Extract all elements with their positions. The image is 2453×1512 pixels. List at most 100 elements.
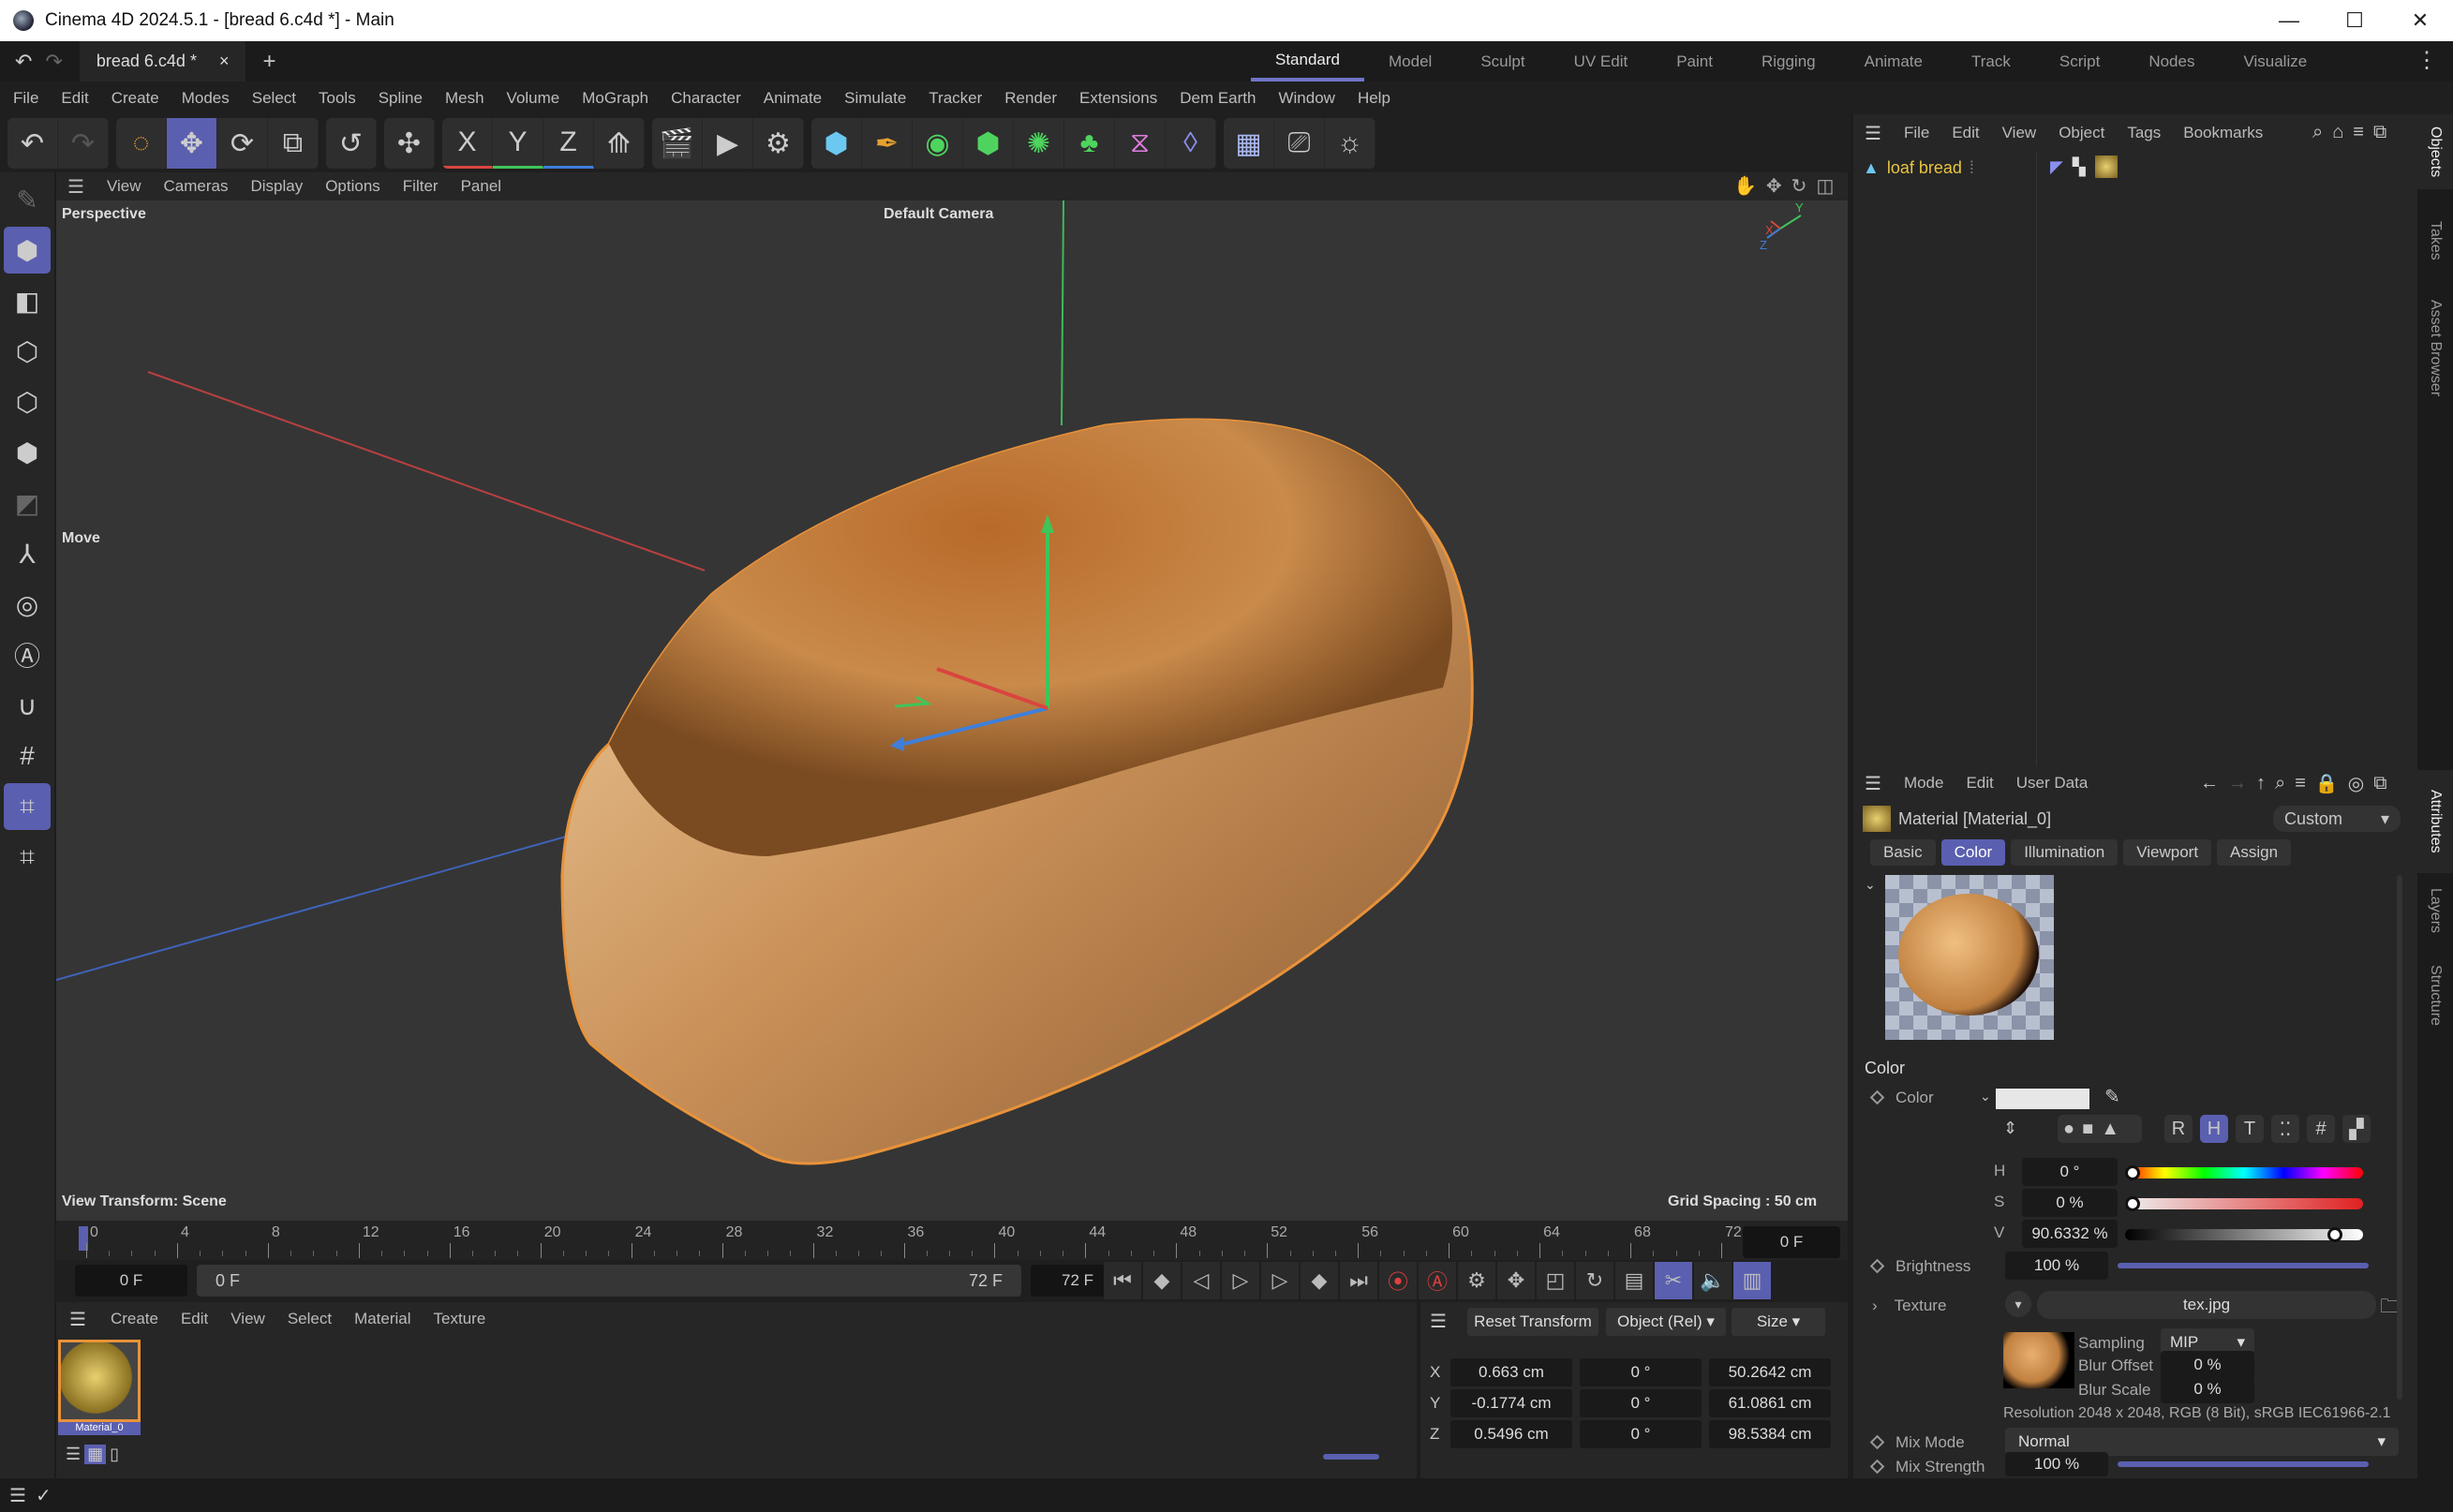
subdivision-icon[interactable]: ◉ xyxy=(913,118,963,169)
menu-create[interactable]: Create xyxy=(112,89,159,108)
polygon-mode-icon[interactable]: ⬢ xyxy=(4,429,51,476)
light-icon[interactable]: ☼ xyxy=(1325,118,1375,169)
search-icon[interactable]: ⌕ xyxy=(2275,773,2285,794)
color-expand-icon[interactable]: ⌄ xyxy=(1980,1089,1991,1104)
h-slider[interactable] xyxy=(2125,1167,2363,1178)
attr-tab-illumination[interactable]: Illumination xyxy=(2011,839,2118,866)
spline-pen-icon[interactable]: ✒ xyxy=(862,118,913,169)
new-tab-button[interactable]: + xyxy=(262,49,275,75)
color-mode-button-1[interactable]: H xyxy=(2200,1115,2228,1143)
record-icon[interactable]: ⦿ xyxy=(1379,1262,1417,1299)
reset-transform-button[interactable]: Reset Transform xyxy=(1467,1308,1598,1336)
go-to-start-icon[interactable]: ⏮ xyxy=(1104,1262,1141,1299)
spectrum-icon[interactable]: ■ xyxy=(2082,1119,2093,1140)
viewport-canvas[interactable]: Perspective Default Camera Move View Tra… xyxy=(56,200,1848,1221)
viewport-hamburger-icon[interactable]: ☰ xyxy=(67,175,84,199)
menu-character[interactable]: Character xyxy=(671,89,741,108)
obj-menu-file[interactable]: File xyxy=(1904,124,1929,142)
close-tab-icon[interactable]: × xyxy=(219,52,230,71)
camera-icon[interactable]: ⎚ xyxy=(1274,118,1325,169)
position-x-field[interactable]: 0.663 cm xyxy=(1450,1358,1572,1386)
attributes-scrollbar[interactable] xyxy=(2397,875,2402,1400)
object-name[interactable]: loaf bread xyxy=(1887,158,1962,178)
up-arrow-icon[interactable]: ↑ xyxy=(2256,773,2266,794)
mat-menu-view[interactable]: View xyxy=(230,1310,265,1328)
field-icon[interactable]: ⧖ xyxy=(1115,118,1166,169)
attr-menu-edit[interactable]: Edit xyxy=(1966,774,1993,793)
size-z-field[interactable]: 98.5384 cm xyxy=(1709,1420,1831,1448)
menu-modes[interactable]: Modes xyxy=(182,89,230,108)
snap-grid-icon[interactable]: ⌗ xyxy=(4,783,51,830)
start-frame-field[interactable]: 0 F xyxy=(75,1265,187,1297)
search-icon[interactable]: ⌕ xyxy=(2312,122,2323,143)
autokey-icon[interactable]: Ⓐ xyxy=(1419,1262,1456,1299)
coordinate-system-icon[interactable]: ⟰ xyxy=(594,118,645,169)
folder-icon[interactable]: 🗀 xyxy=(2380,1293,2399,1325)
model-mode-icon[interactable]: ⬢ xyxy=(4,227,51,274)
layout-tab-paint[interactable]: Paint xyxy=(1652,41,1737,82)
rotation-z-field[interactable]: 0 ° xyxy=(1580,1420,1702,1448)
attributes-hamburger-icon[interactable]: ☰ xyxy=(1865,772,1881,795)
next-key-icon[interactable]: ◆ xyxy=(1301,1262,1338,1299)
next-frame-icon[interactable]: ▷ xyxy=(1261,1262,1299,1299)
uvw-tag-icon[interactable]: ▚ xyxy=(2073,157,2086,177)
menu-help[interactable]: Help xyxy=(1358,89,1390,108)
lock-icon[interactable]: 🔒 xyxy=(2315,772,2339,795)
mix-strength-slider[interactable] xyxy=(2118,1461,2369,1467)
x-axis-lock-button[interactable]: X xyxy=(442,118,493,169)
paint-mode-icon[interactable]: ✎ xyxy=(4,176,51,223)
v-slider-knob[interactable] xyxy=(2327,1227,2342,1242)
v-field[interactable]: 90.6332 % xyxy=(2022,1220,2118,1248)
sound-icon[interactable]: 🔈 xyxy=(1694,1262,1732,1299)
tweak-icon[interactable]: Ⓐ xyxy=(4,631,51,678)
texture-file-field[interactable]: tex.jpg xyxy=(2037,1291,2376,1319)
forward-arrow-icon[interactable]: → xyxy=(2228,773,2247,794)
back-arrow-icon[interactable]: ← xyxy=(2200,773,2219,794)
color-mode-button-2[interactable]: T xyxy=(2236,1115,2264,1143)
attr-tab-basic[interactable]: Basic xyxy=(1870,839,1936,866)
grid-view-icon[interactable]: ▦ xyxy=(84,1445,107,1464)
layout-tab-nodes[interactable]: Nodes xyxy=(2124,41,2219,82)
color-swatch[interactable] xyxy=(1996,1089,2089,1109)
layout-tab-standard[interactable]: Standard xyxy=(1251,41,1364,82)
rotation-y-field[interactable]: 0 ° xyxy=(1580,1389,1702,1417)
key-scale-icon[interactable]: ◰ xyxy=(1537,1262,1574,1299)
attr-menu-mode[interactable]: Mode xyxy=(1904,774,1944,793)
size-y-field[interactable]: 61.0861 cm xyxy=(1709,1389,1831,1417)
toggle-view-icon[interactable]: ◫ xyxy=(1816,174,1834,198)
compact-toggle-icon[interactable]: ⇕ xyxy=(2003,1119,2017,1138)
tag-icon[interactable]: ◊ xyxy=(1166,118,1216,169)
keyframe-diamond-icon[interactable] xyxy=(1869,1258,1885,1274)
cloner-icon[interactable]: ✺ xyxy=(1014,118,1064,169)
layout-tab-script[interactable]: Script xyxy=(2035,41,2124,82)
layout-tab-uv-edit[interactable]: UV Edit xyxy=(1550,41,1653,82)
color-mode-button-0[interactable]: R xyxy=(2164,1115,2193,1143)
obj-menu-edit[interactable]: Edit xyxy=(1952,124,1979,142)
key-param-icon[interactable]: ▤ xyxy=(1615,1262,1653,1299)
menu-spline[interactable]: Spline xyxy=(379,89,423,108)
collapse-preview-icon[interactable]: ⌄ xyxy=(1865,877,1876,893)
previous-key-icon[interactable]: ◆ xyxy=(1143,1262,1181,1299)
attr-menu-user-data[interactable]: User Data xyxy=(2016,774,2089,793)
material-hamburger-icon[interactable]: ☰ xyxy=(69,1308,86,1331)
tab-takes[interactable]: Takes xyxy=(2417,208,2453,274)
keyframe-selection-icon[interactable]: ⚙ xyxy=(1458,1262,1495,1299)
y-axis-lock-button[interactable]: Y xyxy=(493,118,543,169)
undo-icon[interactable]: ↶ xyxy=(7,118,58,169)
position-y-field[interactable]: -0.1774 cm xyxy=(1450,1389,1572,1417)
z-axis-lock-button[interactable]: Z xyxy=(543,118,594,169)
document-tab[interactable]: bread 6.c4d * × xyxy=(79,41,246,82)
menu-mesh[interactable]: Mesh xyxy=(445,89,484,108)
axis-mode-icon[interactable]: ⅄ xyxy=(4,530,51,577)
viewport-menu-view[interactable]: View xyxy=(107,177,141,196)
expand-texture-icon[interactable]: › xyxy=(1872,1297,1878,1314)
viewport-menu-cameras[interactable]: Cameras xyxy=(163,177,228,196)
layout-tab-rigging[interactable]: Rigging xyxy=(1737,41,1840,82)
brightness-slider[interactable] xyxy=(2118,1263,2369,1268)
obj-menu-view[interactable]: View xyxy=(2002,124,2037,142)
render-view-icon[interactable]: 🎬 xyxy=(652,118,703,169)
solo-icon[interactable]: ◎ xyxy=(4,581,51,628)
timeline-ruler[interactable]: 0 4 8 12 16 20 24 28 32 36 40 44 48 52 56 60 64 68 72 0 F xyxy=(56,1221,1848,1260)
extrude-icon[interactable]: ⬢ xyxy=(963,118,1014,169)
coords-hamburger-icon[interactable]: ☰ xyxy=(1430,1310,1447,1333)
